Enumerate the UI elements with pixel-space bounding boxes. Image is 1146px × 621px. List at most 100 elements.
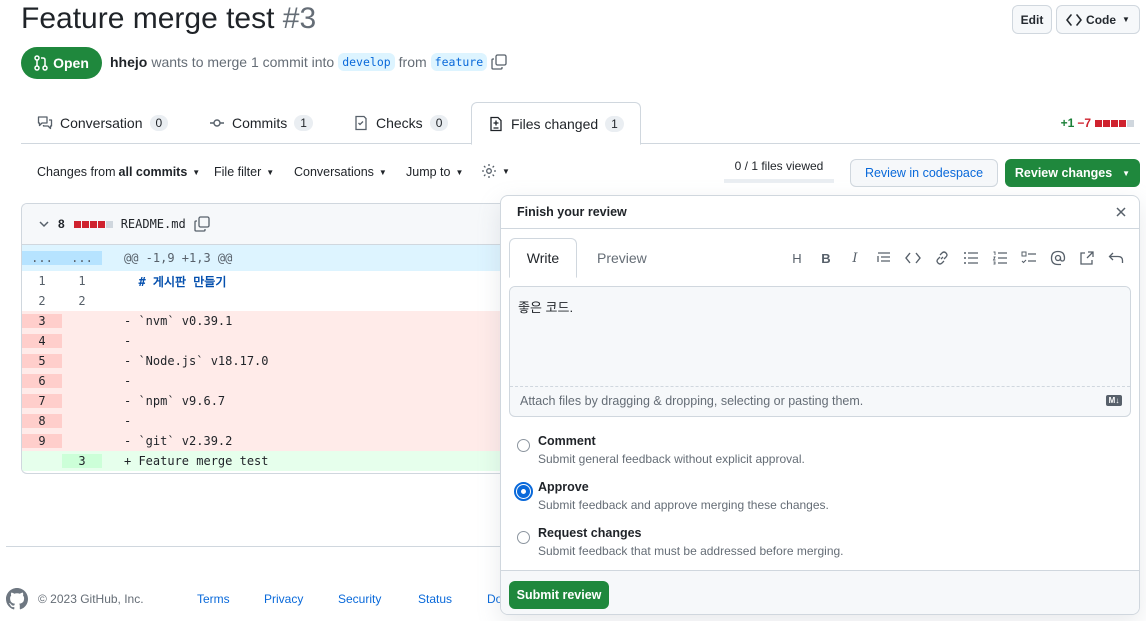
bold-icon[interactable]: B — [817, 250, 835, 266]
hunk-header: @@ -1,9 +1,3 @@ — [124, 251, 233, 265]
write-tab[interactable]: Write — [509, 238, 577, 278]
old-line-number[interactable]: 3 — [22, 314, 62, 328]
chevron-down-icon[interactable] — [38, 218, 50, 230]
file-change-count: 8 — [58, 217, 65, 231]
diff-settings-dropdown[interactable]: ▼ — [481, 163, 510, 179]
head-branch[interactable]: feature — [430, 53, 488, 71]
base-branch[interactable]: develop — [338, 53, 395, 71]
copy-icon[interactable] — [194, 216, 210, 232]
old-line-number[interactable]: 9 — [22, 434, 62, 448]
pr-number: #3 — [282, 2, 317, 35]
file-filter-dropdown[interactable]: File filter ▼ — [214, 165, 274, 179]
diffstat-deletions: −7 — [1077, 116, 1091, 130]
diff-line-ctx: 11 # 게시판 만들기 — [22, 271, 521, 291]
old-line-number[interactable]: 7 — [22, 394, 62, 408]
tab-conversation[interactable]: Conversation 0 — [37, 102, 169, 144]
code-button-label: Code — [1086, 12, 1117, 27]
tab-label: Conversation — [60, 115, 143, 131]
cross-reference-icon[interactable] — [1078, 250, 1096, 266]
line-code: - `git` v2.39.2 — [124, 434, 233, 448]
preview-tab[interactable]: Preview — [597, 250, 647, 266]
unordered-list-icon[interactable] — [962, 250, 980, 266]
file-filter-label: File filter — [214, 165, 262, 179]
review-changes-button[interactable]: Review changes ▼ — [1005, 159, 1140, 187]
diffstat: +1 −7 — [1061, 116, 1134, 130]
pr-title: Feature merge test — [21, 2, 275, 35]
changes-from-prefix: Changes from — [37, 165, 116, 179]
pr-state-badge: Open — [21, 47, 102, 79]
request-changes-radio[interactable] — [517, 531, 530, 544]
edit-button[interactable]: Edit — [1012, 5, 1052, 34]
close-icon[interactable] — [1113, 204, 1129, 220]
code-button[interactable]: Code ▼ — [1056, 5, 1140, 34]
diff-line-del: 3 - `nvm` v0.39.1 — [22, 311, 521, 331]
ordered-list-icon[interactable] — [991, 250, 1009, 266]
new-line-number[interactable]: 3 — [62, 454, 102, 468]
github-logo-icon[interactable] — [5, 587, 29, 611]
tab-checks[interactable]: Checks 0 — [353, 102, 449, 144]
task-list-icon[interactable] — [1020, 250, 1038, 266]
old-line-number[interactable]: 2 — [22, 294, 62, 308]
file-diff-icon — [490, 116, 502, 131]
old-line-number[interactable]: 6 — [22, 374, 62, 388]
code-icon[interactable] — [904, 250, 922, 266]
chevron-down-icon: ▼ — [455, 167, 464, 177]
option-description: Submit feedback that must be addressed b… — [538, 544, 844, 558]
old-line-number[interactable]: 5 — [22, 354, 62, 368]
diff-line-del: 4- — [22, 331, 521, 351]
submit-review-button[interactable]: Submit review — [509, 581, 609, 609]
old-line-number[interactable]: 8 — [22, 414, 62, 428]
jump-to-label: Jump to — [406, 165, 451, 179]
tab-files-changed[interactable]: Files changed 1 — [471, 102, 641, 145]
from-text: from — [398, 54, 427, 70]
expand-up-button[interactable]: ... — [22, 251, 62, 265]
chevron-down-icon: ▼ — [378, 167, 387, 177]
review-in-codespace-button[interactable]: Review in codespace — [850, 159, 998, 187]
italic-icon[interactable]: I — [846, 250, 864, 266]
mention-icon[interactable] — [1049, 250, 1067, 266]
popover-divider — [501, 228, 1139, 229]
new-line-number[interactable]: 2 — [62, 294, 102, 308]
footer-link-status[interactable]: Status — [418, 592, 452, 606]
expand-down-button[interactable]: ... — [62, 251, 102, 265]
markdown-toolbar: H B I — [788, 250, 1125, 266]
changes-from-dropdown[interactable]: Changes from all commits ▼ — [37, 165, 200, 179]
review-editor: Write Preview H B I 좋은 코드. Attach files … — [509, 238, 1131, 417]
chevron-down-icon: ▼ — [1122, 15, 1130, 24]
conversations-dropdown[interactable]: Conversations ▼ — [294, 165, 387, 179]
heading-icon[interactable]: H — [788, 250, 806, 266]
pr-meta: hhejo wants to merge 1 commit into devel… — [110, 53, 507, 71]
review-option-comment[interactable]: Comment Submit general feedback without … — [517, 434, 1117, 474]
approve-radio[interactable] — [514, 482, 533, 501]
comment-radio[interactable] — [517, 439, 530, 452]
review-comment-textarea[interactable]: 좋은 코드. — [510, 287, 1130, 387]
footer-link-security[interactable]: Security — [338, 592, 381, 606]
option-label: Approve — [538, 480, 589, 494]
pr-tabs: Conversation 0 Commits 1 Checks 0 Files … — [21, 102, 1140, 145]
footer-link-privacy[interactable]: Privacy — [264, 592, 303, 606]
review-option-request-changes[interactable]: Request changes Submit feedback that mus… — [517, 526, 1117, 566]
hunk-row: ... ... @@ -1,9 +1,3 @@ — [22, 245, 521, 271]
line-code: - `nvm` v0.39.1 — [124, 314, 233, 328]
pr-author[interactable]: hhejo — [110, 54, 147, 70]
old-line-number[interactable]: 4 — [22, 334, 62, 348]
file-diff: 8 README.md ... ... @@ -1,9 +1,3 @@ 11 #… — [21, 203, 521, 474]
review-changes-label: Review changes — [1014, 166, 1113, 180]
commit-icon — [210, 119, 224, 127]
review-popover-title: Finish your review — [517, 205, 627, 219]
diff-line-del: 5 - `Node.js` v18.17.0 — [22, 351, 521, 371]
file-name[interactable]: README.md — [121, 217, 186, 231]
attach-files-hint[interactable]: Attach files by dragging & dropping, sel… — [520, 394, 863, 408]
review-option-approve[interactable]: Approve Submit feedback and approve merg… — [514, 480, 1117, 520]
tab-commits[interactable]: Commits 1 — [209, 102, 313, 144]
footer-link-terms[interactable]: Terms — [197, 592, 230, 606]
tab-counter: 0 — [429, 115, 449, 131]
new-line-number[interactable]: 1 — [62, 274, 102, 288]
link-icon[interactable] — [933, 250, 951, 266]
quote-icon[interactable] — [875, 250, 893, 266]
copy-icon[interactable] — [491, 54, 507, 70]
old-line-number[interactable]: 1 — [22, 274, 62, 288]
jump-to-dropdown[interactable]: Jump to ▼ — [406, 165, 463, 179]
footer-copyright: © 2023 GitHub, Inc. — [38, 592, 144, 606]
undo-icon[interactable] — [1107, 250, 1125, 266]
